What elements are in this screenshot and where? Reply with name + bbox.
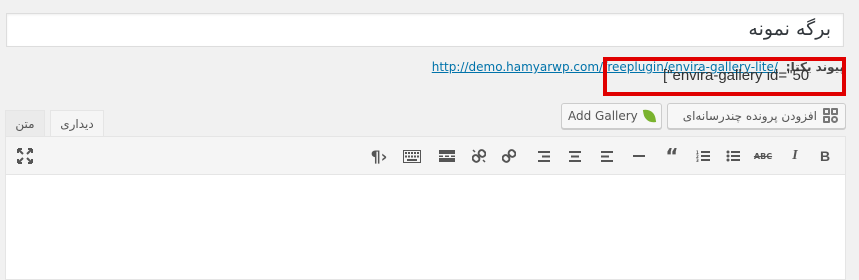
media-icon xyxy=(823,108,839,124)
align-left-icon[interactable] xyxy=(596,145,618,167)
add-media-label: افزودن پرونده چندرسانه‌ای xyxy=(682,109,817,123)
fullscreen-icon[interactable] xyxy=(14,145,36,167)
editor: B I ABC 123 “ ¶› xyxy=(5,136,846,280)
align-center-icon[interactable] xyxy=(564,145,586,167)
numbered-list-icon[interactable]: 123 xyxy=(692,145,714,167)
italic-icon[interactable]: I xyxy=(784,145,806,167)
blockquote-icon[interactable]: “ xyxy=(661,144,683,168)
add-media-button[interactable]: افزودن پرونده چندرسانه‌ای xyxy=(667,103,846,129)
tab-visual[interactable]: دیداری xyxy=(50,110,104,136)
editor-toolbar: B I ABC 123 “ ¶› xyxy=(6,137,845,175)
strikethrough-icon[interactable]: ABC xyxy=(752,145,774,167)
tab-visual-label: دیداری xyxy=(60,116,94,131)
horizontal-line-icon[interactable] xyxy=(628,145,650,167)
post-title-text: برگه نمونه xyxy=(748,18,831,40)
paragraph-rtl-icon[interactable]: ¶› xyxy=(368,145,390,167)
bullet-list-icon[interactable] xyxy=(722,145,744,167)
gallery-shortcode[interactable]: ["envira-gallery id="50 xyxy=(663,67,809,84)
read-more-icon[interactable] xyxy=(436,145,458,167)
insert-link-icon[interactable] xyxy=(498,145,520,167)
tab-text-label: متن xyxy=(15,116,35,131)
align-right-icon[interactable] xyxy=(533,145,555,167)
svg-text:3: 3 xyxy=(696,158,699,162)
bold-icon[interactable]: B xyxy=(814,145,836,167)
add-gallery-label: Add Gallery xyxy=(568,109,638,123)
add-gallery-button[interactable]: Add Gallery xyxy=(561,103,662,129)
remove-link-icon[interactable] xyxy=(468,145,490,167)
tab-text[interactable]: متن xyxy=(5,110,45,136)
post-title-field[interactable]: برگه نمونه xyxy=(6,13,844,47)
toolbar-toggle-icon[interactable] xyxy=(401,145,423,167)
editor-content[interactable] xyxy=(6,175,845,279)
leaf-icon xyxy=(642,108,657,124)
